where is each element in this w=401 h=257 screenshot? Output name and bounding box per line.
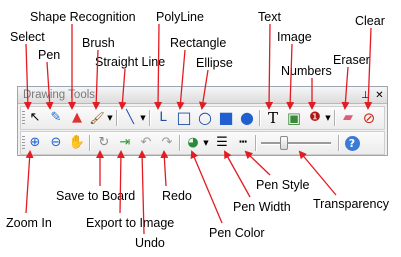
hand-pan-icon[interactable]: ✋ [68,134,86,152]
brush-dropdown-chevron-icon[interactable]: ▼ [106,109,114,127]
arrow-redo [160,150,169,187]
label-transparency: Transparency [313,197,389,211]
numbers-icon[interactable]: ❶ [306,109,324,127]
arrow-zoom-in [25,150,34,214]
numbers-dropdown-chevron-icon[interactable]: ▼ [324,109,332,127]
straight-line-icon[interactable]: ╲ [121,109,139,127]
filled-ellipse-icon[interactable]: ● [238,109,256,127]
label-pen-style: Pen Style [256,178,310,192]
label-pen-color: Pen Color [209,226,265,240]
close-button[interactable]: ✕ [373,88,386,101]
label-redo: Redo [162,189,192,203]
title-bar[interactable]: Drawing Tools ⊥ ✕ [18,87,387,104]
separator [334,110,336,126]
label-save-to-board: Save to Board [56,189,136,203]
separator [255,135,257,151]
save-to-board-icon[interactable]: ↻ [95,134,113,152]
text-icon[interactable]: T [264,109,282,127]
filled-rectangle-icon[interactable]: ■ [217,109,235,127]
label-zoom-in: Zoom In [6,216,52,230]
label-brush: Brush [82,36,115,50]
pen-style-icon[interactable]: ┅ [234,134,252,152]
transparency-slider-track [261,142,331,145]
export-to-image-icon[interactable]: ⇥ [116,134,134,152]
label-rectangle: Rectangle [170,36,227,50]
ellipse-icon[interactable]: ○ [196,109,214,127]
undo-icon[interactable]: ↶ [137,134,155,152]
separator [116,110,118,126]
pen-color-dropdown-chevron-icon[interactable]: ▼ [202,134,210,152]
separator [338,135,340,151]
label-pen-width: Pen Width [233,200,291,214]
window-title: Drawing Tools [23,89,96,101]
label-polyline: PolyLine [156,10,204,24]
image-icon[interactable]: ▣ [285,109,303,127]
zoom-out-icon[interactable]: ⊖ [47,134,65,152]
transparency-slider-thumb[interactable] [280,136,288,150]
label-pen: Pen [38,48,61,62]
clear-icon[interactable]: ⊘ [360,109,378,127]
rectangle-icon[interactable]: □ [175,109,193,127]
toolbar-grip[interactable] [22,111,25,125]
pen-color-palette-icon[interactable]: ◕ [184,134,202,152]
pin-button[interactable]: ⊥ [359,88,372,101]
shape-recognition-icon[interactable]: ▲ [68,109,86,127]
label-straight-line: Straight Line [95,55,166,69]
separator [149,110,151,126]
brush-icon[interactable]: 🖌 [88,109,106,127]
label-export-to-image: Export to Image [86,216,175,230]
transparency-slider[interactable] [261,135,331,151]
separator [179,135,181,151]
arrow-export-to-image [116,150,125,214]
toolbar-row-2: ⊕ ⊖ ✋ ↻ ⇥ ↶ ↷ ◕ ▼ ☰ ┅ ? [20,131,385,155]
eraser-icon[interactable]: ▰ [339,109,357,127]
toolbar-grip[interactable] [22,136,25,150]
arrow-pen-width [224,150,251,198]
separator [259,110,261,126]
zoom-in-icon[interactable]: ⊕ [26,134,44,152]
label-ellipse: Ellipse [196,56,233,70]
drawing-tools-window: Drawing Tools ⊥ ✕ ↖ ✎ ▲ 🖌 ▼ ╲ ▼ ᒪ □ ○ ■ … [17,86,388,156]
polyline-icon[interactable]: ᒪ [154,109,172,127]
label-text: Text [258,10,281,24]
arrow-pen-color [190,150,223,224]
label-numbers: Numbers [281,64,332,78]
help-circle: ? [344,135,360,151]
label-image: Image [277,30,312,44]
toolbar-row-1: ↖ ✎ ▲ 🖌 ▼ ╲ ▼ ᒪ □ ○ ■ ● T ▣ ❶ ▼ ▰ ⊘ [20,106,385,130]
label-undo: Undo [135,236,165,250]
label-select: Select [10,30,45,44]
separator [89,135,91,151]
line-dropdown-chevron-icon[interactable]: ▼ [139,109,147,127]
pen-icon[interactable]: ✎ [47,109,65,127]
label-shape-recognition: Shape Recognition [30,10,136,24]
label-eraser: Eraser [333,53,370,67]
label-clear: Clear [355,14,385,28]
help-icon[interactable]: ? [343,134,361,152]
pen-width-icon[interactable]: ☰ [213,134,231,152]
select-arrow-icon[interactable]: ↖ [26,109,44,127]
redo-icon[interactable]: ↷ [158,134,176,152]
